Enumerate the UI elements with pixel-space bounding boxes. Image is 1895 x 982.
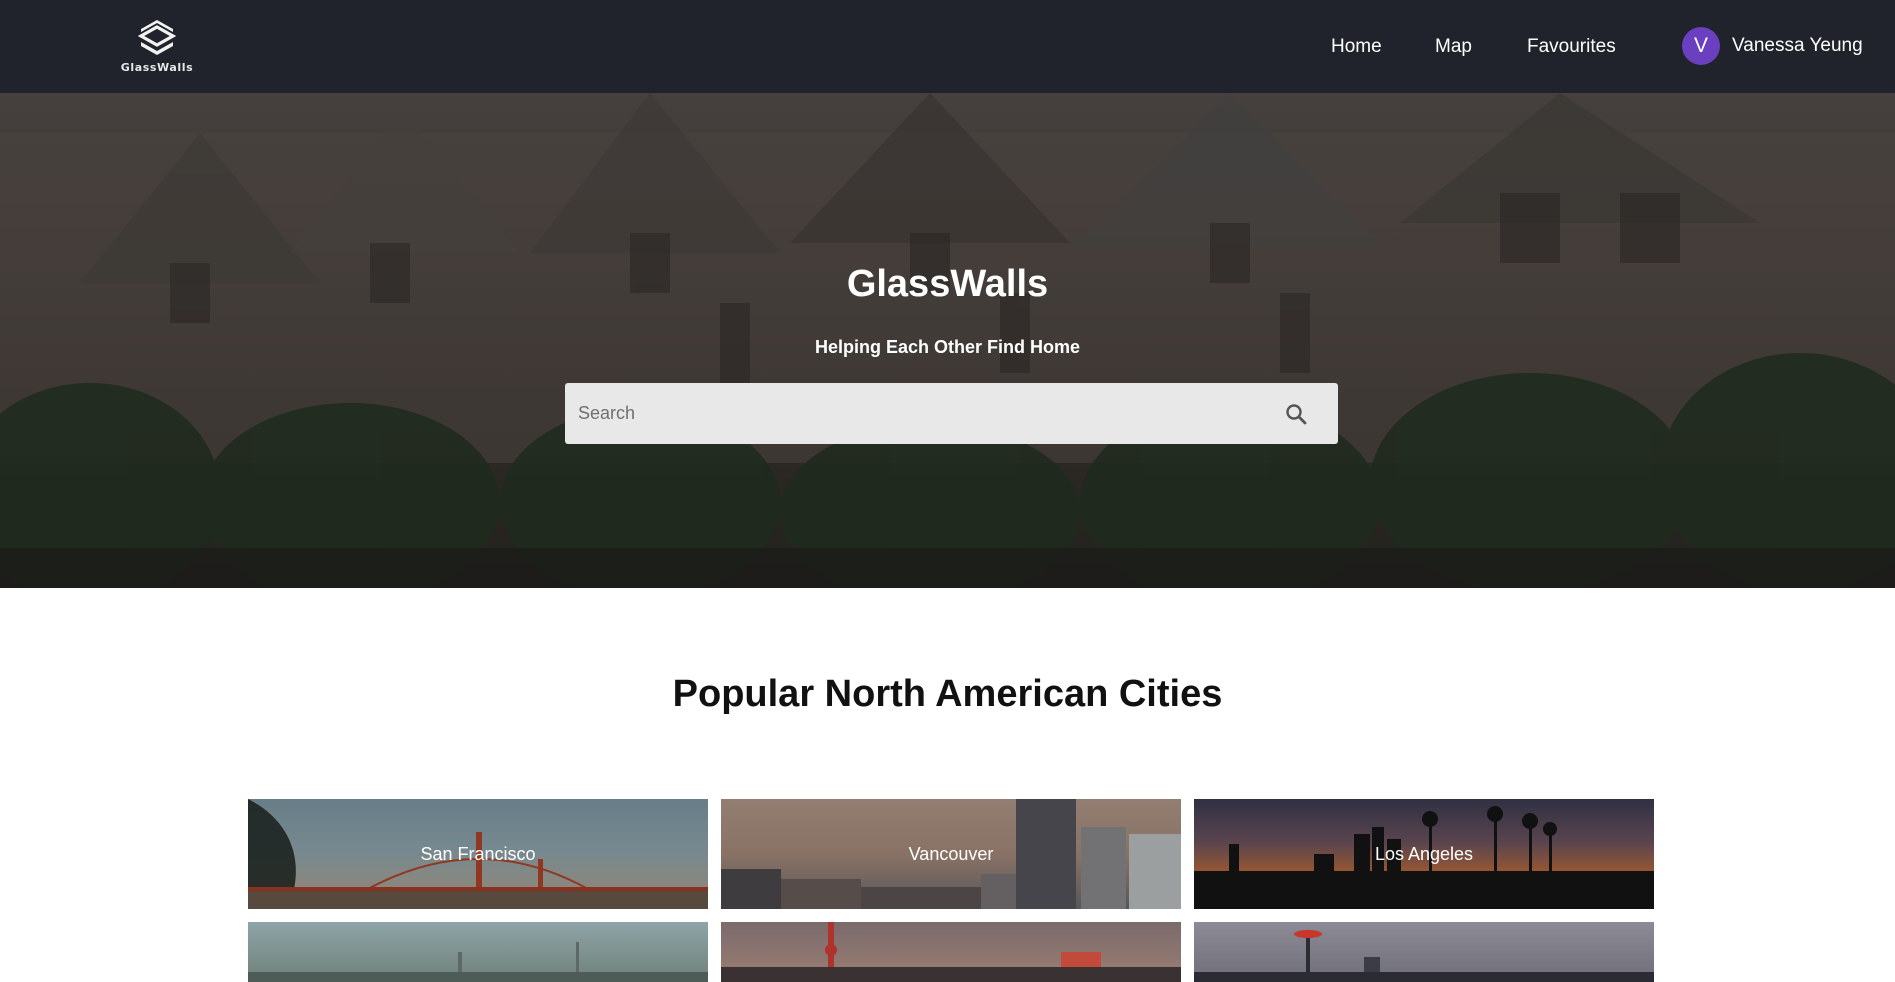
logo[interactable]: GlassWalls xyxy=(120,18,194,76)
city-image xyxy=(721,922,1181,982)
logo-text: GlassWalls xyxy=(120,61,194,74)
section-title: Popular North American Cities xyxy=(672,673,1223,715)
nav-home-link[interactable]: Home xyxy=(1331,36,1382,58)
top-nav-bar: GlassWalls Home Map Favourites V Vanessa… xyxy=(0,0,1895,93)
search-bar xyxy=(565,383,1338,444)
city-image xyxy=(1194,930,1654,982)
user-name[interactable]: Vanessa Yeung xyxy=(1732,35,1863,57)
hero-subtitle: Helping Each Other Find Home xyxy=(814,337,1081,357)
logo-icon xyxy=(137,20,177,55)
city-card[interactable] xyxy=(248,922,708,982)
search-input[interactable] xyxy=(565,383,1266,444)
nav-map-link[interactable]: Map xyxy=(1435,36,1472,58)
hero-banner: GlassWalls Helping Each Other Find Home xyxy=(0,93,1895,588)
hero-title: GlassWalls xyxy=(846,263,1049,305)
avatar[interactable]: V xyxy=(1682,27,1720,65)
city-name: Los Angeles xyxy=(1374,843,1474,864)
city-image xyxy=(248,942,708,982)
city-name: Vancouver xyxy=(908,843,994,864)
city-name: San Francisco xyxy=(420,843,536,864)
search-icon[interactable] xyxy=(1266,383,1326,444)
city-card-los-angeles[interactable]: Los Angeles xyxy=(1194,799,1654,909)
city-card[interactable] xyxy=(1194,922,1654,982)
city-card-san-francisco[interactable]: San Francisco xyxy=(248,799,708,909)
city-card-vancouver[interactable]: Vancouver xyxy=(721,799,1181,909)
city-card[interactable] xyxy=(721,922,1181,982)
nav-favourites-link[interactable]: Favourites xyxy=(1527,36,1616,58)
user-menu[interactable]: V Vanessa Yeung xyxy=(1682,27,1863,65)
